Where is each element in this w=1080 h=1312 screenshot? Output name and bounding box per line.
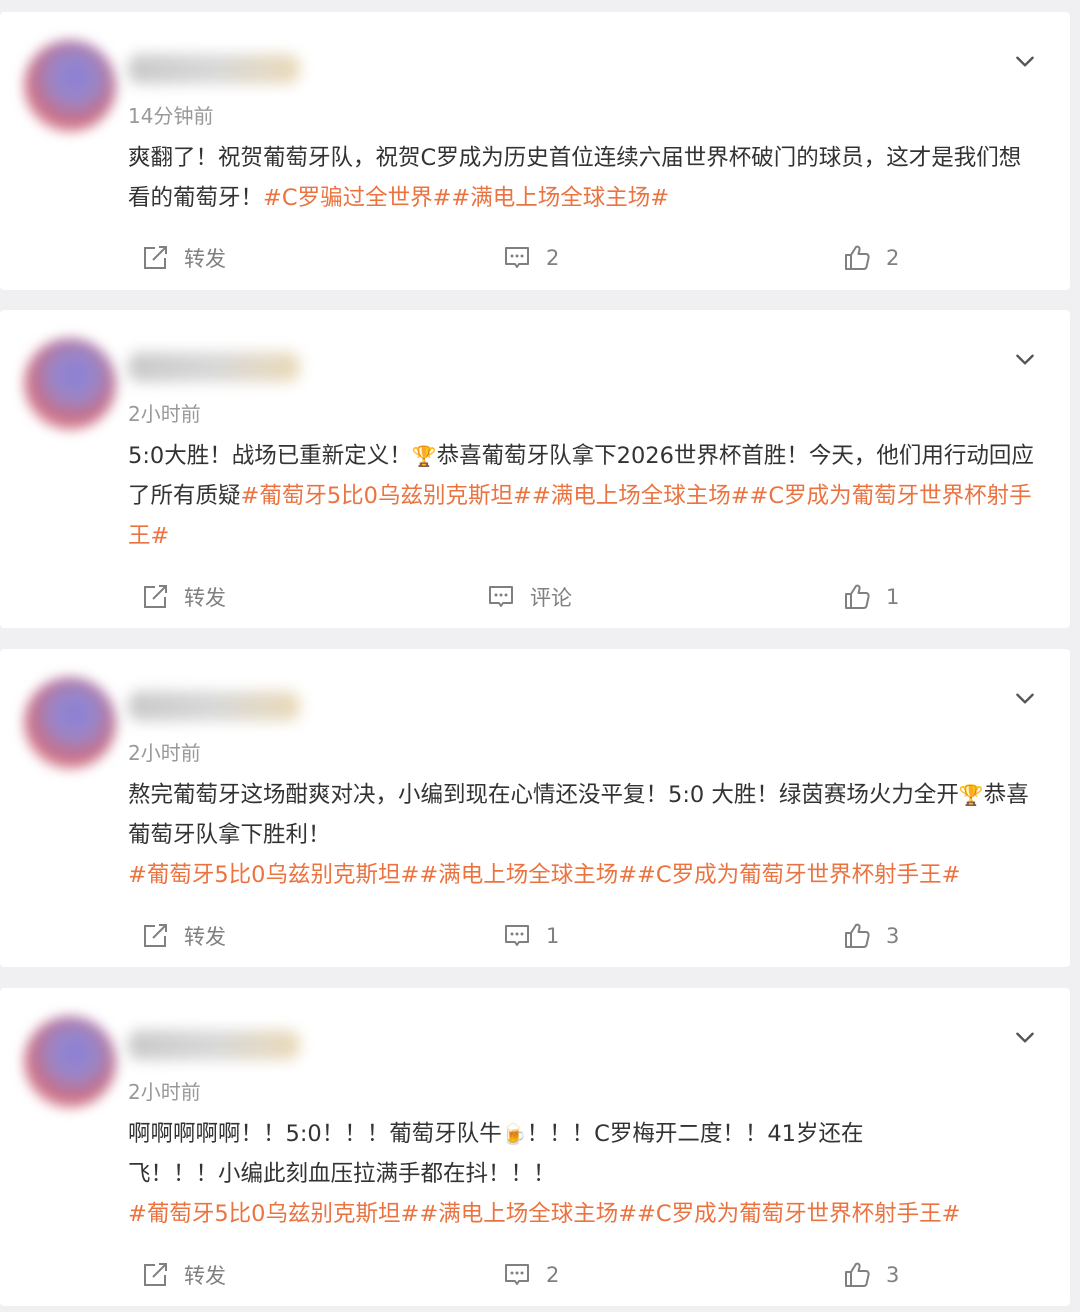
comment-button[interactable]: 1 [502, 918, 559, 954]
post-time: 14分钟前 [128, 104, 214, 128]
post-text: 啊啊啊啊啊！！5:0！！！葡萄牙队牛 [128, 1121, 502, 1147]
comment-button[interactable]: 2 [502, 1257, 559, 1293]
beer-icon: 🍺 [501, 1122, 527, 1146]
comment-button[interactable]: 2 [502, 240, 559, 276]
repost-button[interactable]: 转发 [140, 240, 226, 276]
action-bar: 转发 2 3 [0, 1257, 1070, 1293]
like-count: 2 [886, 246, 900, 270]
like-button[interactable]: 3 [842, 1257, 899, 1293]
trophy-icon: 🏆 [411, 444, 437, 468]
post-time: 2小时前 [128, 402, 201, 426]
post-time: 2小时前 [128, 741, 201, 765]
repost-icon [144, 924, 167, 947]
username-blurred[interactable] [128, 352, 300, 382]
comment-icon [505, 247, 529, 268]
repost-label: 转发 [184, 925, 226, 949]
chevron-down-icon[interactable] [1012, 1024, 1038, 1050]
repost-label: 转发 [184, 586, 226, 610]
comment-button[interactable]: 评论 [486, 579, 572, 615]
username-blurred[interactable] [128, 691, 300, 721]
thumbs-up-icon [845, 245, 870, 270]
username-blurred[interactable] [128, 1030, 300, 1060]
comment-card: 2小时前 啊啊啊啊啊！！5:0！！！葡萄牙队牛🍺！！！C罗梅开二度！！41岁还在… [0, 988, 1070, 1306]
avatar[interactable] [24, 338, 116, 430]
like-count: 3 [886, 924, 900, 948]
comment-label: 评论 [530, 586, 572, 610]
post-text: 5:0大胜！战场已重新定义！ [128, 443, 412, 469]
post-content: 5:0大胜！战场已重新定义！🏆恭喜葡萄牙队拿下2026世界杯首胜！今天，他们用行… [128, 436, 1038, 556]
comment-card: 14分钟前 爽翻了！祝贺葡萄牙队，祝贺C罗成为历史首位连续六届世界杯破门的球员，… [0, 12, 1070, 290]
hashtag-link[interactable]: #葡萄牙5比0乌兹别克斯坦##满电上场全球主场##C罗成为葡萄牙世界杯射手王# [128, 483, 1032, 549]
trophy-icon: 🏆 [958, 783, 984, 807]
post-content: 啊啊啊啊啊！！5:0！！！葡萄牙队牛🍺！！！C罗梅开二度！！41岁还在飞！！！小… [128, 1114, 950, 1194]
username-blurred[interactable] [128, 54, 300, 84]
like-count: 3 [886, 1263, 900, 1287]
repost-icon [144, 246, 167, 269]
comment-icon [489, 586, 513, 607]
action-bar: 转发 2 2 [0, 240, 1070, 276]
action-bar: 转发 评论 1 [0, 579, 1070, 615]
comment-card: 2小时前 5:0大胜！战场已重新定义！🏆恭喜葡萄牙队拿下2026世界杯首胜！今天… [0, 310, 1070, 628]
post-content: 熬完葡萄牙这场酣爽对决，小编到现在心情还没平复！5:0 大胜！绿茵赛场火力全开🏆… [128, 775, 1038, 895]
thumbs-up-icon [845, 584, 870, 609]
post-time: 2小时前 [128, 1080, 201, 1104]
like-button[interactable]: 2 [842, 240, 899, 276]
avatar[interactable] [24, 677, 116, 769]
repost-label: 转发 [184, 247, 226, 271]
thumbs-up-icon [845, 1262, 870, 1287]
post-text: 熬完葡萄牙这场酣爽对决，小编到现在心情还没平复！5:0 大胜！绿茵赛场火力全开 [128, 782, 959, 808]
comment-card: 2小时前 熬完葡萄牙这场酣爽对决，小编到现在心情还没平复！5:0 大胜！绿茵赛场… [0, 649, 1070, 967]
avatar[interactable] [24, 40, 116, 132]
like-count: 1 [886, 585, 900, 609]
repost-button[interactable]: 转发 [140, 1257, 226, 1293]
avatar[interactable] [24, 1016, 116, 1108]
hashtag-link[interactable]: #葡萄牙5比0乌兹别克斯坦##满电上场全球主场##C罗成为葡萄牙世界杯射手王# [128, 1201, 960, 1227]
repost-label: 转发 [184, 1264, 226, 1288]
post-hashtags: #葡萄牙5比0乌兹别克斯坦##满电上场全球主场##C罗成为葡萄牙世界杯射手王# [128, 1194, 1038, 1234]
chevron-down-icon[interactable] [1012, 346, 1038, 372]
hashtag-link[interactable]: #C罗骗过全世界##满电上场全球主场# [263, 185, 669, 211]
repost-button[interactable]: 转发 [140, 918, 226, 954]
comment-feed: 14分钟前 爽翻了！祝贺葡萄牙队，祝贺C罗成为历史首位连续六届世界杯破门的球员，… [0, 0, 1080, 1312]
like-button[interactable]: 3 [842, 918, 899, 954]
comment-count: 2 [546, 246, 560, 270]
like-button[interactable]: 1 [842, 579, 899, 615]
chevron-down-icon[interactable] [1012, 48, 1038, 74]
hashtag-link[interactable]: #葡萄牙5比0乌兹别克斯坦##满电上场全球主场##C罗成为葡萄牙世界杯射手王# [128, 862, 960, 888]
post-content: 爽翻了！祝贺葡萄牙队，祝贺C罗成为历史首位连续六届世界杯破门的球员，这才是我们想… [128, 138, 1038, 218]
thumbs-up-icon [845, 923, 870, 948]
comment-icon [505, 1264, 529, 1285]
repost-icon [144, 1263, 167, 1286]
repost-icon [144, 585, 167, 608]
comment-icon [505, 925, 529, 946]
repost-button[interactable]: 转发 [140, 579, 226, 615]
chevron-down-icon[interactable] [1012, 685, 1038, 711]
comment-count: 1 [546, 924, 560, 948]
comment-count: 2 [546, 1263, 560, 1287]
action-bar: 转发 1 3 [0, 918, 1070, 954]
